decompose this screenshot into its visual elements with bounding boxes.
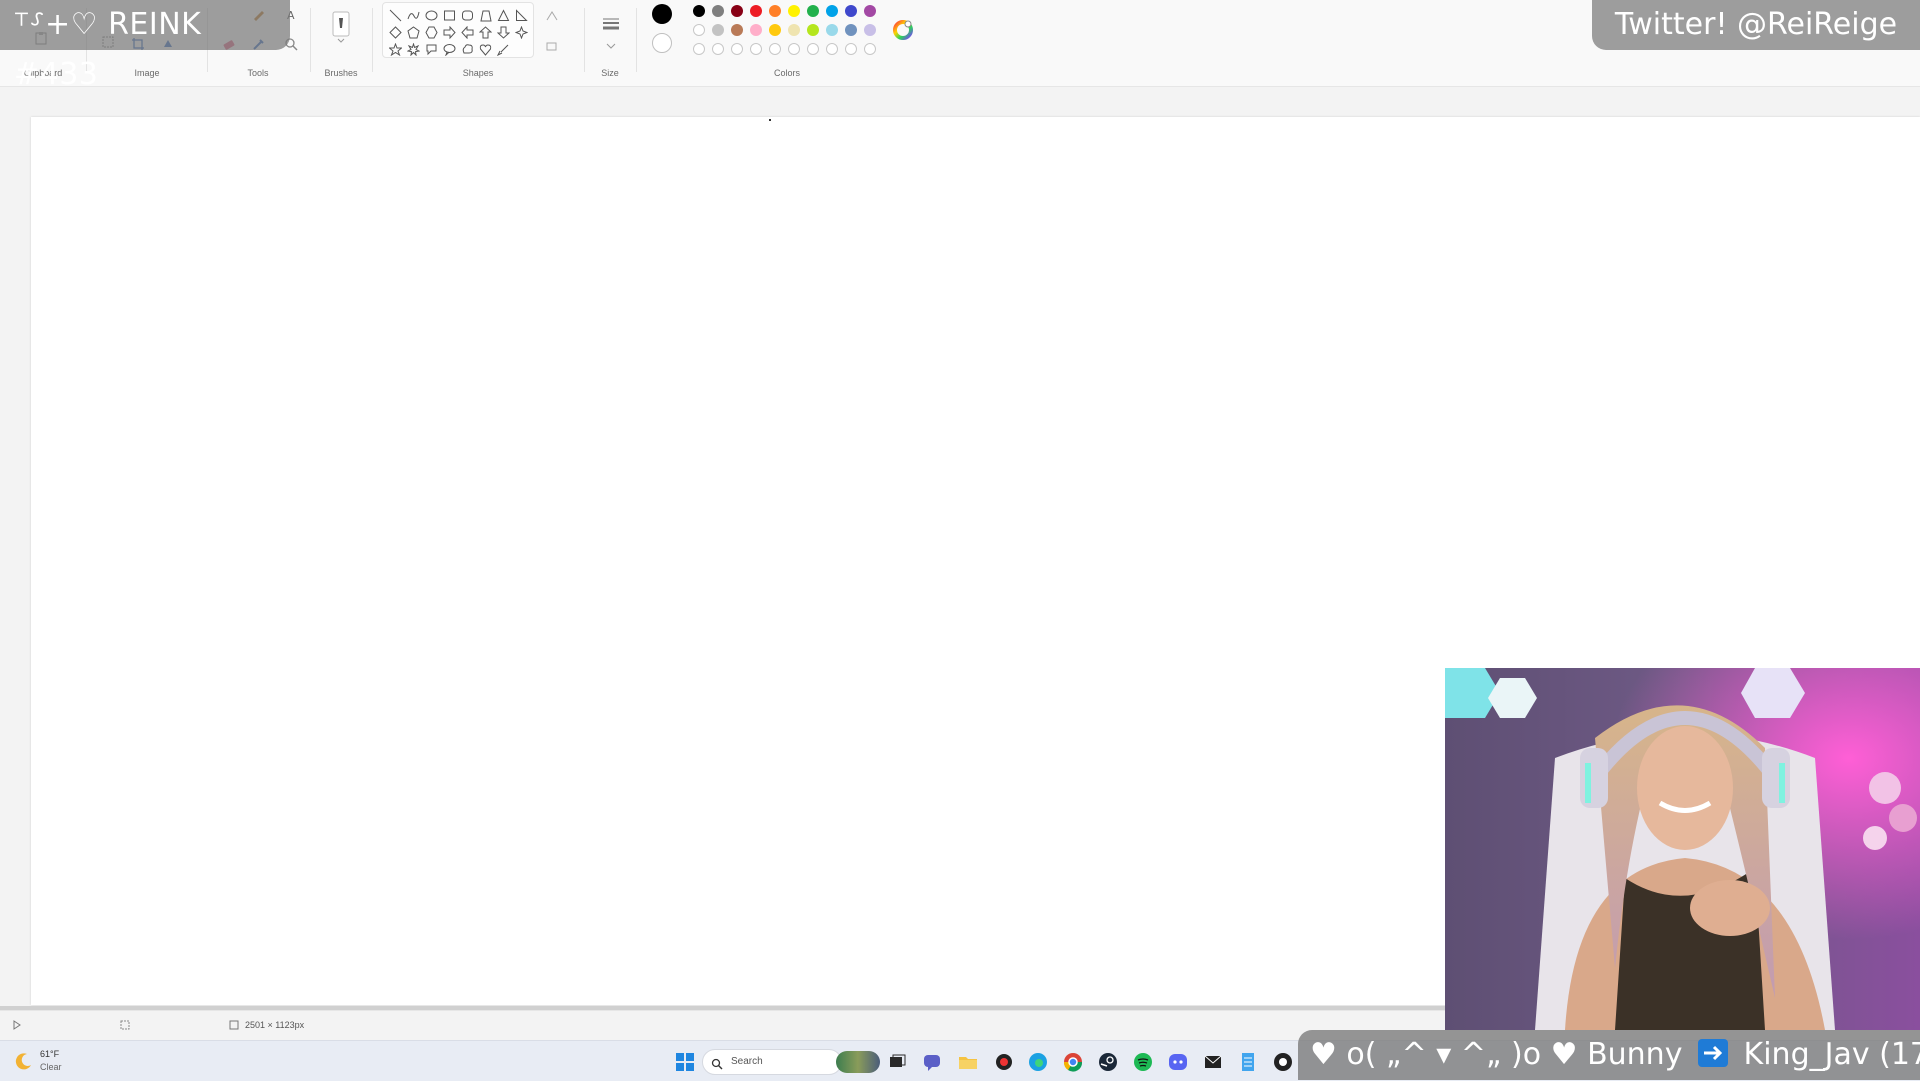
size-icon[interactable] [601, 14, 621, 34]
image-label: Image [134, 68, 160, 78]
twitter-handle-overlay: Twitter! @ReiReige [1592, 0, 1920, 50]
brush-icon[interactable] [331, 10, 351, 44]
palette-swatch[interactable] [845, 5, 857, 17]
chat-icon[interactable] [921, 1051, 943, 1073]
spotify-icon[interactable] [1132, 1051, 1154, 1073]
shapes-label: Shapes [462, 68, 494, 78]
shapes-group: Shapes [373, 0, 583, 86]
file-explorer-icon[interactable] [957, 1051, 979, 1073]
palette-swatch[interactable] [864, 24, 876, 36]
stream-title-overlay: ⸆⸉+♡ REINK #433 [0, 0, 290, 92]
brushes-group: Brushes [311, 0, 371, 86]
webcam-feed [1445, 668, 1920, 1030]
weather-temp: 61°F [40, 1049, 60, 1059]
palette-swatch[interactable] [731, 24, 743, 36]
palette-swatch[interactable] [788, 24, 800, 36]
palette-swatch[interactable] [750, 43, 762, 55]
canvas-size-icon [229, 1020, 239, 1030]
colors-label: Colors [773, 68, 800, 78]
subscriber-ticker: ♥ o( „^ ▾ ^„ )o ♥ Bunny King_Jav (177) [1298, 1030, 1920, 1080]
palette-swatch[interactable] [826, 24, 838, 36]
search-placeholder: Search [731, 1056, 763, 1067]
primary-color-swatch[interactable] [652, 4, 672, 24]
search-icon [711, 1056, 723, 1070]
obs-icon[interactable] [1272, 1051, 1294, 1073]
palette-swatch[interactable] [750, 24, 762, 36]
canvas-size-text: 2501 × 1123px [245, 1020, 305, 1030]
windows-start-icon[interactable] [674, 1051, 696, 1073]
palette-swatch[interactable] [845, 24, 857, 36]
palette-swatch[interactable] [864, 5, 876, 17]
taskbar-search[interactable]: Search [702, 1049, 842, 1075]
palette-swatch[interactable] [807, 5, 819, 17]
size-label: Size [601, 68, 619, 78]
palette-swatch[interactable] [807, 24, 819, 36]
palette-swatch[interactable] [769, 43, 781, 55]
palette-swatch[interactable] [788, 5, 800, 17]
palette-swatch[interactable] [693, 5, 705, 17]
brushes-label: Brushes [324, 68, 358, 78]
palette-swatch[interactable] [769, 24, 781, 36]
tools-label: Tools [247, 68, 269, 78]
app-store-icon[interactable] [993, 1051, 1015, 1073]
palette-swatch[interactable] [788, 43, 800, 55]
discord-icon[interactable] [1167, 1051, 1189, 1073]
palette-swatch[interactable] [693, 43, 705, 55]
size-chevron-icon[interactable] [604, 38, 618, 52]
selection-size-icon [120, 1020, 130, 1030]
palette-swatch[interactable] [731, 5, 743, 17]
task-view-icon[interactable] [886, 1051, 908, 1073]
palette-swatch[interactable] [845, 43, 857, 55]
palette-swatch[interactable] [712, 43, 724, 55]
ticker-left-text: ♥ o( „^ ▾ ^„ )o ♥ Bunny [1310, 1037, 1683, 1072]
chrome-icon[interactable] [1062, 1051, 1084, 1073]
palette-swatch[interactable] [712, 24, 724, 36]
outline-icon[interactable] [545, 8, 559, 22]
weather-desc: Clear [40, 1062, 62, 1072]
ticker-right-text: King_Jav (177) [1743, 1037, 1920, 1072]
edge-icon[interactable] [1027, 1051, 1049, 1073]
palette-swatch[interactable] [864, 43, 876, 55]
canvas-dot [769, 119, 771, 121]
arrow-right-icon [1698, 1038, 1728, 1067]
widget-landscape-icon[interactable] [836, 1051, 880, 1073]
palette-swatch[interactable] [731, 43, 743, 55]
steam-icon[interactable] [1097, 1051, 1119, 1073]
palette-swatch[interactable] [826, 43, 838, 55]
palette-swatch[interactable] [750, 5, 762, 17]
palette-swatch[interactable] [769, 5, 781, 17]
secondary-color-swatch[interactable] [652, 33, 672, 53]
webcam-scene [1445, 668, 1920, 1030]
weather-moon-icon[interactable] [14, 1051, 34, 1071]
pointer-icon [12, 1020, 22, 1030]
palette-swatch[interactable] [693, 24, 705, 36]
edit-colors-icon[interactable] [893, 20, 913, 40]
size-group: Size [585, 0, 635, 86]
mail-icon[interactable] [1202, 1051, 1224, 1073]
notes-icon[interactable] [1237, 1051, 1259, 1073]
palette-swatch[interactable] [712, 5, 724, 17]
palette-swatch[interactable] [826, 5, 838, 17]
colors-group: Colors [637, 0, 937, 86]
palette-swatch[interactable] [807, 43, 819, 55]
fill-icon[interactable] [545, 38, 559, 52]
